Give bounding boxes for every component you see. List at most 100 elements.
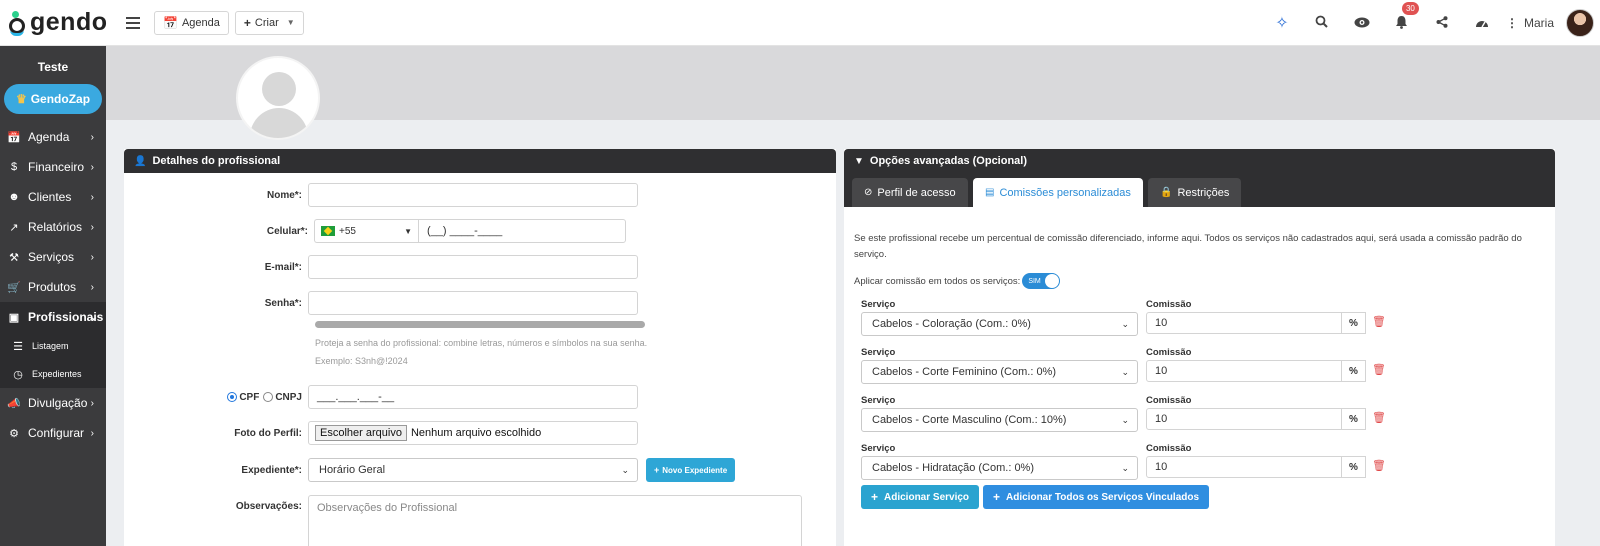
- wrench-icon: ⚒: [9, 251, 19, 264]
- password-label: Senha*:: [264, 297, 302, 309]
- money-icon: ▤: [985, 187, 995, 198]
- document-row: CPF CNPJ ___.___.___-__: [124, 385, 836, 409]
- agenda-button-label: Agenda: [181, 16, 220, 29]
- commission-input[interactable]: 10: [1146, 408, 1342, 430]
- commission-input[interactable]: 10: [1146, 456, 1342, 478]
- cpf-input[interactable]: ___.___.___-__: [308, 385, 638, 409]
- chevron-right-icon: ›: [90, 427, 94, 439]
- sidebar-item-label: Divulgação: [28, 396, 88, 410]
- sidebar-subitem-expedientes[interactable]: ◷ Expedientes: [0, 360, 106, 388]
- choose-file-button[interactable]: Escolher arquivo: [315, 425, 407, 441]
- service-select[interactable]: Cabelos - Coloração (Com.: 0%) ⌄: [861, 312, 1138, 336]
- sidebar: Teste ♛ GendoZap 📅 Agenda › $ Financeiro…: [0, 46, 106, 546]
- search-icon[interactable]: [1302, 15, 1342, 31]
- criar-button[interactable]: + Criar ▼: [234, 10, 304, 35]
- sidebar-subitem-listagem[interactable]: ☰ Listagem: [0, 332, 106, 360]
- chevron-down-icon: ⌄: [1121, 414, 1129, 425]
- eye-icon[interactable]: [1342, 15, 1382, 31]
- sidebar-item-agenda[interactable]: 📅 Agenda ›: [0, 122, 106, 152]
- sidebar-item-configurar[interactable]: ⚙ Configurar ›: [0, 418, 106, 448]
- photo-file-input[interactable]: Escolher arquivo Nenhum arquivo escolhid…: [308, 421, 638, 445]
- add-service-button[interactable]: + Adicionar Serviço: [861, 485, 980, 509]
- profile-photo-placeholder[interactable]: [236, 56, 320, 140]
- sidebar-item-servicos[interactable]: ⚒ Serviços ›: [0, 242, 106, 272]
- tab-custom-commissions[interactable]: ▤ Comissões personalizadas: [973, 178, 1143, 207]
- percent-addon: %: [1342, 456, 1366, 478]
- sparkle-ai-icon[interactable]: ✧: [1262, 13, 1302, 33]
- service-value: Cabelos - Hidratação (Com.: 0%): [872, 462, 1035, 474]
- lock-icon: 🔒: [1160, 187, 1173, 198]
- chevron-right-icon: ›: [90, 251, 94, 263]
- add-service-label: Adicionar Serviço: [884, 491, 970, 503]
- agenda-button[interactable]: 📅 Agenda: [154, 10, 229, 35]
- trash-icon[interactable]: 🗑: [1372, 411, 1386, 424]
- photo-label: Foto do Perfil:: [234, 427, 302, 439]
- password-input[interactable]: [308, 291, 638, 315]
- tab-access-profile[interactable]: ⊘ Perfil de acesso: [852, 178, 968, 207]
- country-code-select[interactable]: +55 ▼: [314, 219, 418, 243]
- trash-icon[interactable]: 🗑: [1372, 363, 1386, 376]
- bell-icon[interactable]: 30: [1382, 1, 1422, 32]
- chevron-right-icon: ›: [90, 397, 94, 409]
- crown-icon: ♛: [15, 92, 27, 106]
- gendo-logo[interactable]: gendo: [8, 8, 116, 37]
- share-icon[interactable]: [1422, 15, 1462, 31]
- notification-count-badge: 30: [1401, 1, 1419, 15]
- trash-icon[interactable]: 🗑: [1372, 315, 1386, 328]
- calendar-icon: 📅: [163, 15, 178, 30]
- password-strength-bar: [315, 321, 645, 328]
- plus-icon: +: [243, 15, 251, 30]
- sidebar-item-produtos[interactable]: 🛒 Produtos ›: [0, 272, 106, 302]
- trash-icon[interactable]: 🗑: [1372, 459, 1386, 472]
- service-select[interactable]: Cabelos - Corte Masculino (Com.: 10%) ⌄: [861, 408, 1138, 432]
- notes-label: Observações:: [235, 501, 302, 512]
- gendozap-button[interactable]: ♛ GendoZap: [4, 84, 102, 114]
- sidebar-item-clientes[interactable]: ☻ Clientes ›: [0, 182, 106, 212]
- schedule-label: Expediente*:: [241, 464, 302, 476]
- sidebar-item-relatorios[interactable]: ↗ Relatórios ›: [0, 212, 106, 242]
- advanced-tabs: ⊘ Perfil de acesso ▤ Comissões personali…: [844, 173, 1555, 207]
- user-avatar[interactable]: [1566, 9, 1594, 37]
- sidebar-item-label: Serviços: [28, 250, 75, 264]
- chevron-right-icon: ›: [90, 191, 94, 203]
- commission-column-label: Comissão: [1146, 299, 1192, 310]
- sidebar-item-divulgacao[interactable]: 📣 Divulgação ›: [0, 388, 106, 418]
- cnpj-radio[interactable]: [263, 392, 274, 402]
- details-lower-fields: CPF CNPJ ___.___.___-__ Foto do Perfil: …: [124, 385, 836, 546]
- commission-input[interactable]: 10: [1146, 312, 1342, 334]
- user-menu[interactable]: ⋮ Maria: [1506, 9, 1594, 37]
- schedule-select[interactable]: Horário Geral ⌄: [308, 458, 638, 482]
- service-select[interactable]: Cabelos - Hidratação (Com.: 0%) ⌄: [861, 456, 1138, 480]
- service-value: Cabelos - Corte Feminino (Com.: 0%): [872, 366, 1057, 378]
- phone-input[interactable]: (__) ____-____: [418, 219, 626, 243]
- menu-toggle-icon[interactable]: [126, 16, 140, 29]
- sidebar-item-label: Agenda: [28, 130, 70, 144]
- tab-restrictions[interactable]: 🔒 Restrições: [1148, 178, 1242, 207]
- service-select[interactable]: Cabelos - Corte Feminino (Com.: 0%) ⌄: [861, 360, 1138, 384]
- sidebar-item-profissionais[interactable]: ▣ Profissionais ⌄: [0, 302, 106, 332]
- add-all-services-button[interactable]: + Adicionar Todos os Serviços Vinculados: [983, 485, 1210, 509]
- chart-icon: ↗: [9, 221, 19, 234]
- name-row: Nome*:: [124, 183, 836, 207]
- sidebar-item-label: Produtos: [28, 280, 77, 294]
- chevron-right-icon: ›: [90, 131, 94, 143]
- panel-title: Opções avançadas (Opcional): [869, 155, 1028, 167]
- service-column-label: Serviço: [861, 347, 896, 358]
- notes-textarea[interactable]: Observações do Profissional: [308, 495, 802, 546]
- sidebar-company-title: Teste: [37, 60, 69, 74]
- name-input[interactable]: [308, 183, 638, 207]
- dashboard-gauge-icon[interactable]: [1462, 15, 1502, 31]
- sidebar-item-financeiro[interactable]: $ Financeiro ›: [0, 152, 106, 182]
- phone-label: Celular*:: [266, 225, 308, 237]
- apply-all-toggle[interactable]: SIM: [1022, 273, 1061, 289]
- commission-input[interactable]: 10: [1146, 360, 1342, 382]
- chevron-down-icon: ⌄: [89, 311, 98, 323]
- new-schedule-button[interactable]: + Novo Expediente: [646, 458, 736, 482]
- sidebar-subitem-label: Expedientes: [32, 369, 82, 379]
- sidebar-subitem-label: Listagem: [32, 341, 69, 351]
- service-value: Cabelos - Corte Masculino (Com.: 10%): [872, 414, 1067, 426]
- gendozap-label: GendoZap: [30, 92, 91, 106]
- cpf-radio[interactable]: [227, 392, 238, 402]
- email-input[interactable]: [308, 255, 638, 279]
- panel-header: ▼ Opções avançadas (Opcional): [844, 149, 1555, 173]
